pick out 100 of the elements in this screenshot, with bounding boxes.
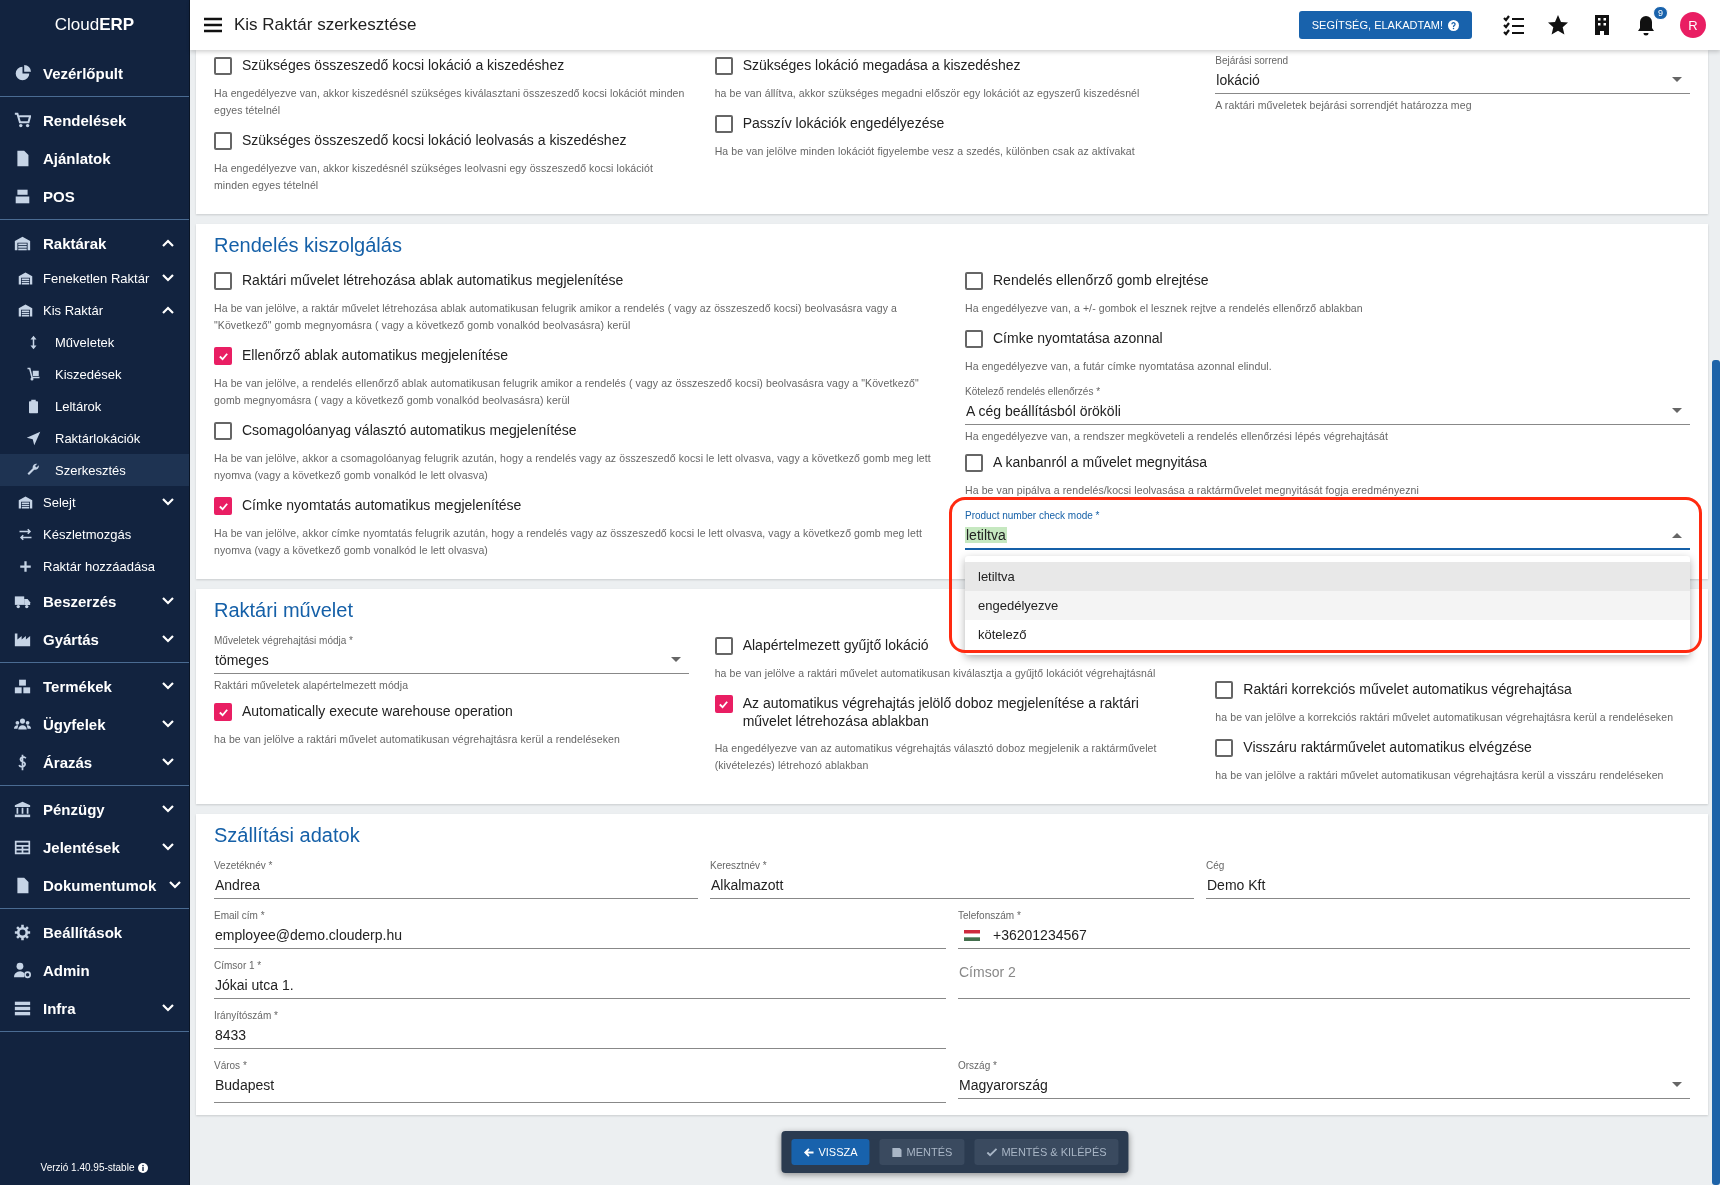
checkbox[interactable]	[214, 132, 232, 150]
sidebar-item[interactable]: Leltárok	[0, 390, 189, 422]
bell-icon[interactable]	[1635, 14, 1657, 36]
sidebar-item[interactable]: Admin	[0, 951, 189, 989]
sidebar-item[interactable]: POS	[0, 177, 189, 215]
checkbox[interactable]	[965, 272, 983, 290]
arrow-left-icon	[803, 1146, 815, 1158]
text-field[interactable]: Irányítószám * 8433	[214, 1007, 946, 1049]
field-value: A cég beállításból örököli	[965, 403, 1122, 419]
field-value: Demo Kft	[1206, 877, 1267, 893]
menu-icon[interactable]	[204, 17, 222, 33]
sidebar-item[interactable]: Gyártás	[0, 620, 189, 658]
sidebar-item[interactable]: Kis Raktár	[0, 294, 189, 326]
field-label: Email cím *	[214, 909, 265, 922]
caret-down-icon[interactable]	[1672, 1082, 1682, 1088]
action-button[interactable]: VISSZA	[791, 1139, 870, 1165]
sidebar-item[interactable]: Ajánlatok	[0, 139, 189, 177]
caret-down-icon[interactable]	[1672, 408, 1682, 414]
help-text: Ha engedélyezve van, akkor kiszedésnél szükséges kiválasztani összeszedő kocsi lokációt minden egyes tételnél	[214, 86, 686, 118]
wrench-icon	[26, 462, 41, 478]
dropdown-option[interactable]: engedélyezve	[965, 591, 1690, 620]
text-field[interactable]: Címsor 1 * Jókai utca 1.	[214, 957, 946, 999]
text-field[interactable]: Email cím * employee@demo.clouderp.hu	[214, 907, 946, 949]
field-label: Város *	[214, 1059, 247, 1072]
text-field[interactable]: Cég Demo Kft	[1206, 857, 1690, 899]
checkbox[interactable]	[214, 422, 232, 440]
dropdown-option[interactable]: kötelező	[965, 620, 1690, 649]
notification-badge: 9	[1653, 6, 1668, 20]
help-button[interactable]: SEGÍTSÉG, ELAKADTAM!	[1298, 11, 1472, 39]
section-title: Raktári művelet	[214, 599, 353, 622]
checkbox[interactable]	[214, 57, 232, 75]
checkbox-label: Az automatikus végrehajtás jelölő doboz megjelenítése a raktári művelet létrehozása ablakban	[742, 694, 1140, 730]
sidebar-item[interactable]: Raktárlokációk	[0, 422, 189, 454]
sidebar-item[interactable]: Kiszedések	[0, 358, 189, 390]
sidebar-item[interactable]: Selejt	[0, 486, 189, 518]
caret-down-icon[interactable]	[1672, 77, 1682, 83]
text-field[interactable]: Telefonszám * +36201234567	[958, 907, 1690, 949]
sidebar-item[interactable]: Beállítások	[0, 913, 189, 951]
checkbox[interactable]	[714, 695, 733, 713]
sidebar-item[interactable]: Jelentések	[0, 828, 189, 866]
sidebar-item[interactable]: Beszerzés	[0, 582, 189, 620]
checkbox[interactable]	[1215, 739, 1234, 757]
gear-icon	[14, 923, 31, 941]
checkbox-label: Rendelés ellenőrző gomb elrejtése	[993, 271, 1209, 289]
user-gear-icon	[14, 961, 31, 979]
sidebar-item[interactable]: Készletmozgás	[0, 518, 189, 550]
brand-logo[interactable]: CloudERP	[0, 0, 189, 50]
boxes-icon	[14, 677, 31, 695]
checkbox[interactable]	[714, 115, 733, 133]
sidebar-item[interactable]: Műveletek	[0, 326, 189, 358]
text-field[interactable]: Város * Budapest	[214, 1057, 946, 1103]
select-field[interactable]: Kötelező rendelés ellenőrzés * A cég beállításból örököli	[965, 383, 1690, 425]
checklist-icon[interactable]	[1503, 14, 1525, 36]
checkmark-icon	[217, 706, 229, 718]
checkbox[interactable]	[214, 347, 232, 365]
text-field[interactable]: Keresztnév * Alkalmazott	[710, 857, 1194, 899]
checkbox[interactable]	[965, 330, 983, 348]
dropdown-option[interactable]: letiltva	[965, 562, 1690, 591]
user-avatar[interactable]: R	[1680, 12, 1706, 38]
sidebar-item[interactable]: Infra	[0, 989, 189, 1027]
sidebar-item[interactable]: Dokumentumok	[0, 866, 189, 904]
field-value: 8433	[214, 1027, 248, 1043]
help-text: Ha be van pipálva a rendelés/kocsi leolvasása a raktárművelet megnyitását fogja eredményezni	[965, 483, 1420, 498]
checkbox[interactable]	[714, 57, 733, 75]
field-value: Jókai utca 1.	[214, 977, 295, 993]
star-icon[interactable]	[1547, 14, 1569, 36]
checkbox[interactable]	[714, 637, 733, 655]
checkbox-label: Passzív lokációk engedélyezése	[742, 114, 945, 132]
select-field[interactable]: Műveletek végrehajtási módja * tömeges	[214, 632, 689, 674]
sidebar-item[interactable]: Termékek	[0, 667, 189, 705]
sidebar-item[interactable]: Vezérlőpult	[0, 54, 189, 92]
sidebar-item[interactable]: Raktár hozzáadása	[0, 550, 189, 582]
caret-down-icon[interactable]	[670, 657, 681, 663]
field-label: Ország *	[958, 1059, 997, 1072]
info-icon[interactable]	[138, 1162, 149, 1173]
text-field[interactable]: Címsor 2	[958, 957, 1690, 999]
select-field[interactable]: Ország * Magyarország	[958, 1057, 1690, 1099]
check-icon	[986, 1146, 998, 1158]
text-field[interactable]: Vezetéknév * Andrea	[214, 857, 698, 899]
sidebar-item[interactable]: Raktárak	[0, 224, 189, 262]
checkbox[interactable]	[1215, 681, 1234, 699]
sidebar-item[interactable]: Pénzügy	[0, 790, 189, 828]
select-field[interactable]: Product number check mode * letiltva	[965, 507, 1690, 550]
bank-icon	[14, 800, 31, 818]
select-field[interactable]: Bejárási sorrend lokáció	[1215, 52, 1690, 94]
help-text: ha be van jelölve a raktári művelet automatikusan végrehajtásra kerül a rendeléseken	[214, 732, 621, 747]
checkbox[interactable]	[214, 272, 232, 290]
caret-up-icon[interactable]	[1672, 532, 1682, 538]
scrollbar[interactable]	[1712, 360, 1720, 1185]
field-label: Címsor 1 *	[214, 959, 262, 972]
checkbox[interactable]	[214, 703, 232, 721]
sidebar-item[interactable]: Árazás	[0, 743, 189, 781]
sidebar-item[interactable]: Feneketlen Raktár	[0, 262, 189, 294]
flag-icon[interactable]	[964, 929, 980, 941]
sidebar-item[interactable]: Rendelések	[0, 101, 189, 139]
sidebar-item[interactable]: Ügyfelek	[0, 705, 189, 743]
checkbox[interactable]	[965, 454, 983, 472]
checkbox[interactable]	[214, 497, 232, 515]
sidebar-item[interactable]: Szerkesztés	[0, 454, 189, 486]
document-icon	[14, 876, 31, 894]
